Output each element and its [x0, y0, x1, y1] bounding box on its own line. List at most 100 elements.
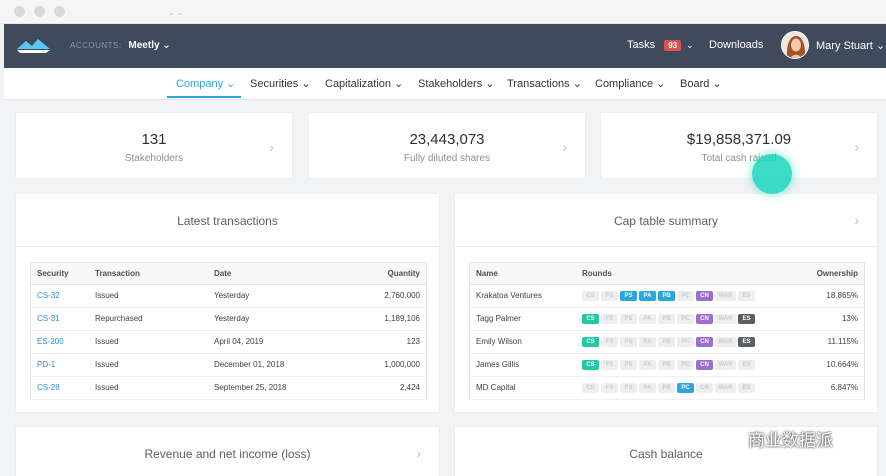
transaction-date: Yesterday: [208, 307, 348, 331]
account-switcher[interactable]: ACCOUNTS: Meetly ⌄: [70, 40, 171, 51]
account-name: Meetly ⌄: [128, 40, 171, 51]
round-chip-pc: PC: [677, 336, 694, 347]
nav-capitalization[interactable]: Capitalization ⌄: [325, 77, 403, 90]
round-chip-ps: PS: [620, 313, 637, 324]
round-chip-cs: CS: [582, 382, 599, 393]
close-window-dot[interactable]: [14, 6, 25, 17]
fully-diluted-count: 23,443,073: [409, 131, 485, 148]
rounds-chips: CS FS PS PA PB PC CN WAR ES: [576, 307, 801, 331]
transaction-type: Repurchased: [89, 307, 208, 331]
col-rounds[interactable]: Rounds: [576, 263, 801, 285]
nav-board[interactable]: Board ⌄: [680, 77, 722, 90]
round-chip-ps: PS: [620, 359, 637, 370]
stakeholder-name: MD Capital: [470, 376, 576, 400]
table-row[interactable]: James Gillis CS FS PS PA PB PC CN WAR ES 10.664%: [470, 353, 864, 377]
table-row[interactable]: Krakatoa Ventures CS FS PS PA PB PC CN WAR ES 18.8…: [470, 284, 864, 308]
col-security[interactable]: Security: [31, 263, 89, 285]
minimize-window-dot[interactable]: [34, 6, 45, 17]
round-chip-cs: CS: [582, 290, 599, 301]
ownership-percent: 10.664%: [800, 353, 864, 377]
col-name[interactable]: Name: [470, 263, 576, 285]
table-row[interactable]: PD-1 Issued December 01, 2018 1,000,000: [31, 353, 426, 377]
fully-diluted-card[interactable]: 23,443,073 Fully diluted shares ›: [308, 112, 586, 179]
table-row[interactable]: Tagg Palmer CS FS PS PA PB PC CN WAR ES 13%: [470, 307, 864, 331]
security-link[interactable]: CS-32: [31, 284, 89, 308]
round-chip-cn: CN: [696, 336, 713, 347]
tasks-menu[interactable]: Tasks 93 ⌄: [627, 39, 694, 51]
chevron-right-icon: ›: [416, 445, 421, 461]
round-chip-pc: PC: [677, 382, 694, 393]
transaction-type: Issued: [89, 353, 208, 377]
round-chip-war: WAR: [715, 313, 736, 324]
round-chip-pc: PC: [677, 313, 694, 324]
col-transaction[interactable]: Transaction: [89, 263, 208, 285]
rounds-chips: CS FS PS PA PB PC CN WAR ES: [576, 353, 801, 377]
table-header-row: Security Transaction Date Quantity: [31, 263, 426, 285]
table-row[interactable]: Emily Wilson CS FS PS PA PB PC CN WAR ES 11.115%: [470, 330, 864, 354]
cap-table-title: Cap table summary: [613, 214, 719, 228]
round-chip-pa: PA: [639, 313, 656, 324]
round-chip-pc: PC: [677, 359, 694, 370]
nav-company[interactable]: Company ⌄: [176, 77, 235, 90]
round-chip-cs: CS: [582, 313, 599, 324]
col-quantity[interactable]: Quantity: [347, 263, 426, 285]
round-chip-cn: CN: [696, 359, 713, 370]
round-chip-pa: PA: [639, 359, 656, 370]
company-logo-icon[interactable]: [16, 37, 52, 53]
rounds-chips: CS FS PS PA PB PC CN WAR ES: [576, 376, 801, 400]
round-chip-cn: CN: [696, 290, 713, 301]
table-row[interactable]: CS-28 Issued September 25, 2018 2,424: [31, 376, 426, 400]
company-nav: Company ⌄ Securities ⌄ Capitalization ⌄ …: [4, 68, 886, 100]
col-ownership[interactable]: Ownership: [800, 263, 864, 285]
maximize-window-dot[interactable]: [54, 6, 65, 17]
panel-divider: [16, 246, 439, 247]
stakeholder-name: Krakatoa Ventures: [470, 284, 576, 308]
rounds-chips: CS FS PS PA PB PC CN WAR ES: [576, 284, 801, 308]
round-chip-ps: PS: [620, 382, 637, 393]
downloads-link[interactable]: Downloads: [709, 39, 763, 51]
transaction-date: December 01, 2018: [208, 353, 348, 377]
security-link[interactable]: CS-31: [31, 307, 89, 331]
tasks-label: Tasks: [627, 39, 656, 51]
transaction-quantity: 1,000,000: [347, 353, 426, 377]
accounts-label: ACCOUNTS:: [70, 41, 122, 50]
round-chip-es: ES: [738, 313, 755, 324]
round-chip-ps: PS: [620, 290, 637, 301]
transaction-quantity: 2,424: [347, 376, 426, 400]
chevron-right-icon: ›: [854, 139, 859, 155]
transactions-table: Security Transaction Date Quantity CS-32…: [31, 263, 426, 400]
round-chip-pa: PA: [639, 382, 656, 393]
chevron-right-icon: ›: [854, 212, 859, 228]
round-chip-fs: FS: [601, 382, 618, 393]
user-menu[interactable]: Mary Stuart ⌄: [816, 39, 885, 52]
nav-stakeholders[interactable]: Stakeholders ⌄: [418, 77, 494, 90]
round-chip-cn: CN: [696, 313, 713, 324]
table-row[interactable]: ES-200 Issued April 04, 2019 123: [31, 330, 426, 354]
round-chip-pb: PB: [658, 290, 675, 301]
revenue-panel[interactable]: Revenue and net income (loss) ›: [15, 426, 440, 476]
col-date[interactable]: Date: [208, 263, 348, 285]
user-avatar[interactable]: [781, 31, 809, 59]
table-row[interactable]: MD Capital CS FS PS PA PB PC CN WAR ES 6.847%: [470, 376, 864, 400]
cap-table-summary-panel[interactable]: Cap table summary › Name Rounds Ownershi…: [454, 193, 878, 413]
cursor-highlight: [752, 154, 792, 194]
security-link[interactable]: CS-28: [31, 376, 89, 400]
table-row[interactable]: CS-32 Issued Yesterday 2,760,000: [31, 284, 426, 308]
security-link[interactable]: ES-200: [31, 330, 89, 354]
security-link[interactable]: PD-1: [31, 353, 89, 377]
stakeholders-card[interactable]: 131 Stakeholders ›: [15, 112, 293, 179]
transaction-type: Issued: [89, 376, 208, 400]
app-header: ACCOUNTS: Meetly ⌄ Tasks 93 ⌄ Downloads …: [4, 24, 886, 68]
nav-transactions[interactable]: Transactions ⌄: [507, 77, 582, 90]
stakeholder-name: James Gillis: [470, 353, 576, 377]
latest-transactions-title: Latest transactions: [177, 214, 278, 228]
table-row[interactable]: CS-31 Repurchased Yesterday 1,189,106: [31, 307, 426, 331]
cash-raised-card[interactable]: $19,858,371.09 Total cash raised ›: [600, 112, 878, 179]
stakeholder-name: Emily Wilson: [470, 330, 576, 354]
round-chip-fs: FS: [601, 313, 618, 324]
round-chip-es: ES: [738, 359, 755, 370]
nav-securities[interactable]: Securities ⌄: [250, 77, 311, 90]
round-chip-cs: CS: [582, 359, 599, 370]
nav-compliance[interactable]: Compliance ⌄: [595, 77, 665, 90]
round-chip-cn: CN: [696, 382, 713, 393]
